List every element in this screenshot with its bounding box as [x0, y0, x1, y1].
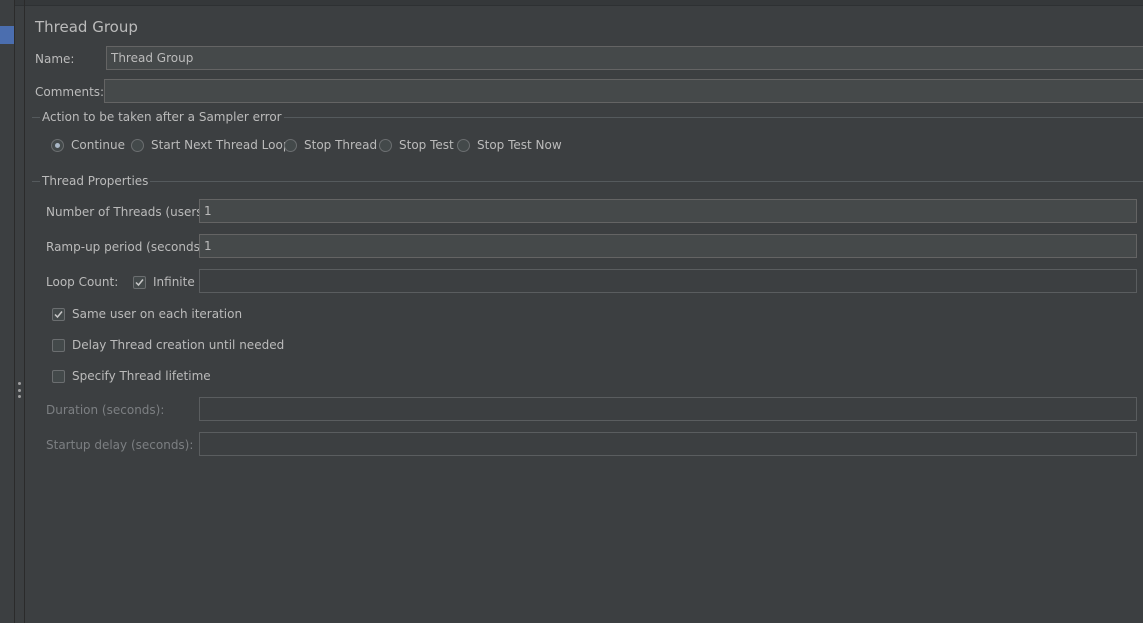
checkbox-unchecked-icon: [52, 338, 65, 352]
radio-selected-icon: [51, 138, 64, 152]
name-label: Name:: [35, 52, 75, 66]
delay-thread-label: Delay Thread creation until needed: [72, 338, 285, 352]
threads-label: Number of Threads (users):: [46, 205, 212, 219]
radio-unselected-icon: [457, 138, 470, 152]
infinite-checkbox[interactable]: Infinite: [133, 275, 195, 289]
startup-delay-field[interactable]: [199, 432, 1137, 456]
tree-divider: [14, 0, 15, 623]
checkbox-checked-icon: [52, 307, 65, 321]
loop-count-label: Loop Count:: [46, 275, 119, 289]
radio-unselected-icon: [284, 138, 297, 152]
delay-thread-checkbox[interactable]: Delay Thread creation until needed: [52, 338, 284, 352]
name-field[interactable]: [106, 46, 1143, 70]
thread-properties-group-border: [32, 181, 1143, 182]
panel-title: Thread Group: [35, 18, 138, 36]
radio-start-next-thread-loop[interactable]: Start Next Thread Loop: [131, 138, 290, 152]
radio-stop-test[interactable]: Stop Test: [379, 138, 454, 152]
radio-stop-thread[interactable]: Stop Thread: [284, 138, 377, 152]
sampler-error-legend: Action to be taken after a Sampler error: [40, 110, 284, 124]
thread-lifetime-checkbox[interactable]: Specify Thread lifetime: [52, 369, 211, 383]
comments-field[interactable]: [104, 79, 1143, 103]
radio-stop-test-label: Stop Test: [399, 138, 454, 152]
radio-stop-test-now-label: Stop Test Now: [477, 138, 562, 152]
rampup-label: Ramp-up period (seconds):: [46, 240, 209, 254]
top-border: [0, 0, 1143, 6]
splitter-grip-icon[interactable]: [17, 382, 21, 398]
radio-continue-label: Continue: [71, 138, 125, 152]
checkbox-unchecked-icon: [52, 369, 65, 383]
startup-delay-label: Startup delay (seconds):: [46, 438, 194, 452]
radio-unselected-icon: [131, 138, 144, 152]
infinite-label: Infinite: [153, 275, 195, 289]
duration-label: Duration (seconds):: [46, 403, 165, 417]
radio-continue[interactable]: Continue: [51, 138, 125, 152]
splitter-edge: [24, 0, 25, 623]
loop-count-field[interactable]: [199, 269, 1137, 293]
comments-label: Comments:: [35, 85, 105, 99]
test-plan-tree[interactable]: [0, 0, 14, 623]
same-user-label: Same user on each iteration: [72, 307, 243, 321]
checkbox-checked-icon: [133, 275, 146, 289]
tree-selected-node[interactable]: [0, 26, 14, 44]
radio-start-next-thread-loop-label: Start Next Thread Loop: [151, 138, 291, 152]
thread-lifetime-label: Specify Thread lifetime: [72, 369, 211, 383]
same-user-checkbox[interactable]: Same user on each iteration: [52, 307, 242, 321]
radio-stop-test-now[interactable]: Stop Test Now: [457, 138, 562, 152]
radio-unselected-icon: [379, 138, 392, 152]
thread-properties-legend: Thread Properties: [40, 174, 151, 188]
radio-stop-thread-label: Stop Thread: [304, 138, 378, 152]
rampup-field[interactable]: [199, 234, 1137, 258]
threads-field[interactable]: [199, 199, 1137, 223]
duration-field[interactable]: [199, 397, 1137, 421]
